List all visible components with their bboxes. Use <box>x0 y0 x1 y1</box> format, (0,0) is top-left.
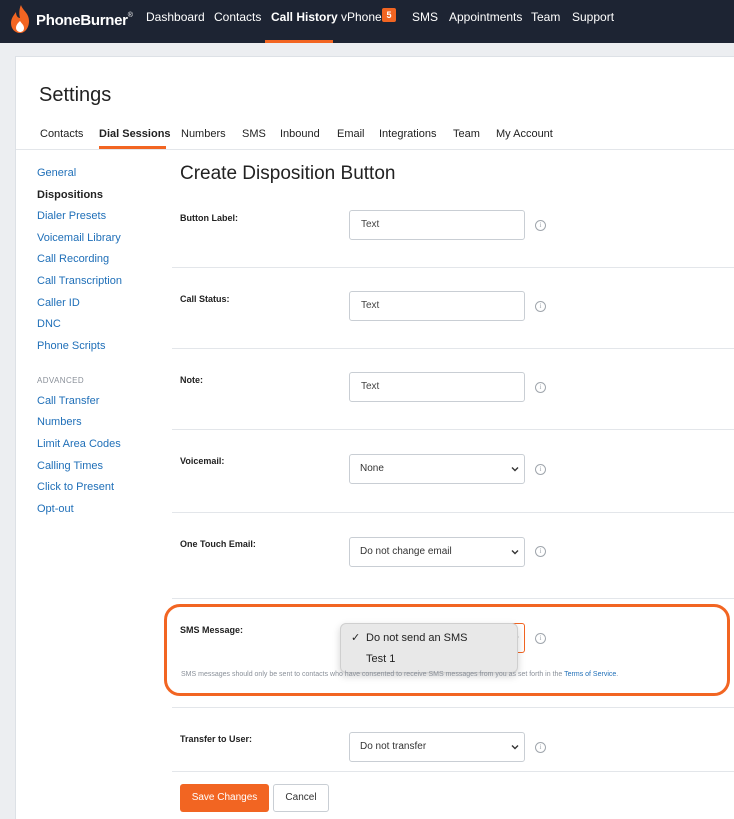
voicemail-select[interactable]: None <box>349 454 525 484</box>
sidebar-item-caller-id[interactable]: Caller ID <box>37 297 80 309</box>
flame-icon <box>11 5 29 33</box>
nav-sms[interactable]: SMS <box>412 10 438 24</box>
info-icon[interactable]: i <box>535 220 546 231</box>
voicemail-selected-value: None <box>360 463 384 474</box>
tab-team[interactable]: Team <box>453 128 480 140</box>
chevron-down-icon <box>511 467 519 472</box>
row-divider <box>172 512 734 513</box>
note-input[interactable]: Text <box>349 372 525 402</box>
info-icon[interactable]: i <box>535 382 546 393</box>
sidebar-item-numbers[interactable]: Numbers <box>37 416 82 428</box>
info-icon[interactable]: i <box>535 464 546 475</box>
chevron-down-icon <box>511 550 519 555</box>
row-divider <box>172 429 734 430</box>
row-divider <box>172 598 734 599</box>
nav-appointments[interactable]: Appointments <box>449 10 522 24</box>
nav-support[interactable]: Support <box>572 10 614 24</box>
nav-contacts[interactable]: Contacts <box>214 10 261 24</box>
sidebar-item-phone-scripts[interactable]: Phone Scripts <box>37 340 105 352</box>
tab-contacts[interactable]: Contacts <box>40 128 83 140</box>
row-divider <box>172 771 734 772</box>
row-divider <box>172 267 734 268</box>
row-divider <box>172 707 734 708</box>
tab-integrations[interactable]: Integrations <box>379 128 436 140</box>
sidebar-advanced-heading: ADVANCED <box>37 376 85 385</box>
row-divider <box>172 348 734 349</box>
tab-my-account[interactable]: My Account <box>496 128 553 140</box>
sidebar-item-dnc[interactable]: DNC <box>37 318 61 330</box>
sidebar-item-general[interactable]: General <box>37 167 76 179</box>
active-nav-indicator <box>265 40 333 43</box>
info-icon[interactable]: i <box>535 301 546 312</box>
brand-name: PhoneBurner® <box>36 12 133 29</box>
voicemail-label: Voicemail: <box>180 456 225 466</box>
transfer-to-user-label: Transfer to User: <box>180 734 253 744</box>
transfer-to-user-select[interactable]: Do not transfer <box>349 732 525 762</box>
button-label-input[interactable]: Text <box>349 210 525 240</box>
sidebar-item-dispositions[interactable]: Dispositions <box>37 189 103 201</box>
sidebar-item-call-transfer[interactable]: Call Transfer <box>37 395 99 407</box>
call-status-input[interactable]: Text <box>349 291 525 321</box>
sidebar-item-dialer-presets[interactable]: Dialer Presets <box>37 210 106 222</box>
sidebar-item-call-recording[interactable]: Call Recording <box>37 253 109 265</box>
info-icon[interactable]: i <box>535 742 546 753</box>
tab-dial-sessions[interactable]: Dial Sessions <box>99 128 171 140</box>
sidebar-item-limit-area-codes[interactable]: Limit Area Codes <box>37 438 121 450</box>
vphone-count-badge: 5 <box>382 8 396 22</box>
note-label: Note: <box>180 375 203 385</box>
transfer-to-user-selected-value: Do not transfer <box>360 741 427 752</box>
nav-call-history[interactable]: Call History <box>271 10 338 24</box>
info-icon[interactable]: i <box>535 546 546 557</box>
top-navigation-bar: PhoneBurner® Dashboard Contacts Call His… <box>0 0 734 43</box>
sidebar-item-voicemail-library[interactable]: Voicemail Library <box>37 232 121 244</box>
sidebar-item-click-to-present[interactable]: Click to Present <box>37 481 114 493</box>
tab-inbound[interactable]: Inbound <box>280 128 320 140</box>
sms-message-highlight-outline <box>164 604 730 696</box>
chevron-down-icon <box>511 745 519 750</box>
nav-team[interactable]: Team <box>531 10 560 24</box>
tabs-divider <box>16 149 734 150</box>
button-label-label: Button Label: <box>180 213 238 223</box>
form-title: Create Disposition Button <box>180 163 396 184</box>
sidebar-item-opt-out[interactable]: Opt-out <box>37 503 74 515</box>
save-changes-button[interactable]: Save Changes <box>180 784 269 812</box>
tab-email[interactable]: Email <box>337 128 365 140</box>
call-status-label: Call Status: <box>180 294 230 304</box>
page-title: Settings <box>39 84 112 106</box>
sidebar-item-call-transcription[interactable]: Call Transcription <box>37 275 122 287</box>
tab-sms[interactable]: SMS <box>242 128 266 140</box>
one-touch-email-selected-value: Do not change email <box>360 546 452 557</box>
nav-dashboard[interactable]: Dashboard <box>146 10 205 24</box>
nav-vphone[interactable]: vPhone <box>341 10 382 24</box>
phoneburner-logo[interactable]: PhoneBurner® <box>8 4 138 36</box>
sidebar-item-calling-times[interactable]: Calling Times <box>37 460 103 472</box>
one-touch-email-label: One Touch Email: <box>180 539 256 549</box>
cancel-button[interactable]: Cancel <box>273 784 329 812</box>
one-touch-email-select[interactable]: Do not change email <box>349 537 525 567</box>
tab-numbers[interactable]: Numbers <box>181 128 226 140</box>
